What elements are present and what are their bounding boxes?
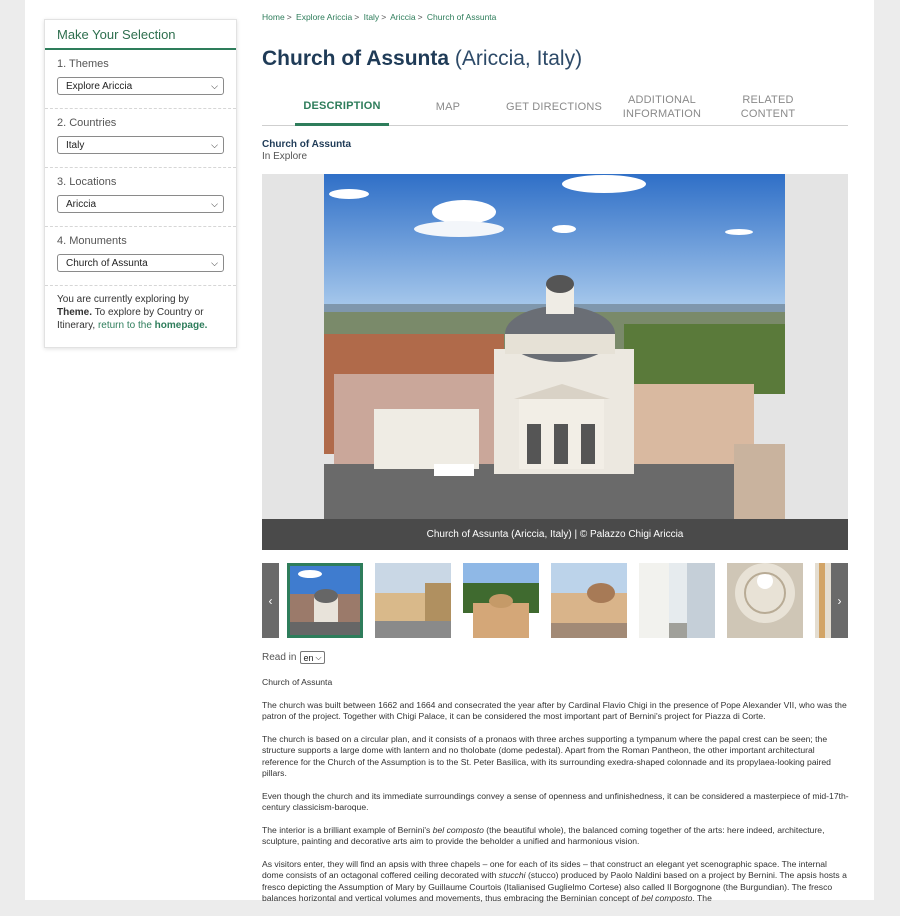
p5-text-c: . The	[692, 893, 712, 903]
tab-additional-label-2: INFORMATION	[622, 108, 702, 120]
tab-get-directions-label: GET DIRECTIONS	[505, 101, 603, 113]
info-prefix: You are currently exploring by	[57, 294, 189, 305]
countries-label: 2. Countries	[57, 117, 117, 129]
tab-description-label: DESCRIPTION	[303, 99, 381, 112]
read-in: Read in en ⌵	[262, 651, 325, 664]
locations-section: 3. Locations Ariccia ⌵	[45, 168, 236, 227]
tab-get-directions[interactable]: GET DIRECTIONS	[498, 88, 610, 126]
monuments-section: 4. Monuments Church of Assunta ⌵	[45, 227, 236, 286]
thumbnail-7[interactable]	[815, 563, 831, 638]
thumbnail-6[interactable]	[727, 563, 803, 638]
selection-panel: Make Your Selection 1. Themes Explore Ar…	[44, 19, 237, 348]
p5-italic-2: bel composto	[641, 893, 693, 903]
chevron-down-icon: ⌵	[211, 139, 218, 150]
page-title-location: (Ariccia, Italy)	[454, 47, 583, 70]
tab-map-label: MAP	[435, 101, 461, 113]
homepage-link[interactable]: return to the homepage.	[98, 320, 208, 331]
themes-select-value: Explore Ariccia	[66, 80, 133, 92]
breadcrumb-country[interactable]: Italy	[364, 12, 380, 22]
tab-related-content[interactable]: RELATED CONTENT	[728, 88, 808, 126]
locations-select-value: Ariccia	[66, 198, 97, 210]
breadcrumb-explore[interactable]: Explore Ariccia	[296, 12, 352, 22]
themes-select[interactable]: Explore Ariccia ⌵	[57, 77, 224, 95]
thumbnail-3[interactable]	[463, 563, 539, 638]
chevron-left-icon[interactable]: ‹	[262, 563, 279, 638]
tab-map[interactable]: MAP	[412, 88, 484, 126]
description-paragraph-5: As visitors enter, they will find an aps…	[262, 859, 850, 905]
read-in-label: Read in	[262, 652, 297, 663]
monument-name: Church of Assunta	[262, 139, 352, 150]
tab-description[interactable]: DESCRIPTION	[295, 88, 389, 126]
themes-section: 1. Themes Explore Ariccia ⌵	[45, 50, 236, 109]
locations-select[interactable]: Ariccia ⌵	[57, 195, 224, 213]
chevron-down-icon: ⌵	[211, 80, 218, 91]
breadcrumb-monument[interactable]: Church of Assunta	[427, 12, 496, 22]
locations-label: 3. Locations	[57, 176, 117, 188]
page-title-name: Church of Assunta	[262, 47, 450, 70]
chevron-right-icon[interactable]: ›	[831, 563, 848, 638]
chevron-down-icon: ⌵	[315, 652, 322, 662]
tab-related-label-2: CONTENT	[740, 108, 796, 120]
breadcrumb-home[interactable]: Home	[262, 12, 285, 22]
p5-italic: stucchi	[498, 870, 526, 880]
description-paragraph-2: The church is based on a circular plan, …	[262, 733, 831, 779]
countries-select-value: Italy	[66, 139, 85, 151]
themes-label: 1. Themes	[57, 58, 109, 70]
homepage-link-bold: homepage.	[154, 320, 208, 331]
hero-gallery: Church of Assunta (Ariccia, Italy) | © P…	[262, 174, 848, 550]
language-select-value: en	[303, 652, 314, 663]
tab-additional-label-1: ADDITIONAL	[627, 94, 696, 106]
countries-select[interactable]: Italy ⌵	[57, 136, 224, 154]
monuments-select-value: Church of Assunta	[66, 257, 148, 269]
breadcrumb-location[interactable]: Ariccia	[390, 12, 416, 22]
thumbnail-4[interactable]	[551, 563, 627, 638]
description-paragraph-1: The church was built between 1662 and 16…	[262, 699, 847, 722]
exploring-info: You are currently exploring by Theme. To…	[45, 286, 236, 332]
description-paragraph-3: Even though the church and its immediate…	[262, 790, 849, 813]
hero-image[interactable]	[324, 174, 785, 519]
selection-panel-title: Make Your Selection	[45, 20, 236, 50]
thumbnail-1[interactable]	[287, 563, 363, 638]
tab-additional-information[interactable]: ADDITIONAL INFORMATION	[614, 88, 710, 126]
description-paragraph-4: The interior is a brilliant example of B…	[262, 825, 850, 848]
chevron-down-icon: ⌵	[211, 257, 218, 268]
image-caption: Church of Assunta (Ariccia, Italy) | © P…	[262, 519, 848, 550]
countries-section: 2. Countries Italy ⌵	[45, 109, 236, 168]
description-text: Church of Assunta The church was built b…	[262, 677, 850, 916]
p4-italic: bel composto	[432, 824, 484, 835]
monuments-select[interactable]: Church of Assunta ⌵	[57, 254, 224, 272]
p4-text-a: The interior is a brilliant example of B…	[262, 824, 431, 835]
monument-subhead: Church of Assunta In Explore	[262, 139, 351, 163]
tab-related-label-1: RELATED	[742, 94, 794, 106]
thumbnail-strip: ‹ ›	[262, 563, 848, 638]
language-select[interactable]: en ⌵	[300, 651, 325, 664]
monument-category: In Explore	[262, 151, 308, 162]
thumbnail-2[interactable]	[375, 563, 451, 638]
page: Make Your Selection 1. Themes Explore Ar…	[25, 0, 874, 903]
chevron-down-icon: ⌵	[211, 198, 218, 209]
thumbnail-5[interactable]	[639, 563, 715, 638]
page-title: Church of Assunta (Ariccia, Italy)	[262, 47, 582, 71]
homepage-link-text: return to the	[97, 320, 152, 331]
monuments-label: 4. Monuments	[57, 235, 127, 247]
description-heading: Church of Assunta	[262, 677, 333, 687]
content-tabs: DESCRIPTION MAP GET DIRECTIONS ADDITIONA…	[262, 88, 848, 126]
info-theme: Theme.	[57, 307, 93, 318]
breadcrumb: Home > Explore Ariccia > Italy > Ariccia > C…	[262, 12, 497, 22]
